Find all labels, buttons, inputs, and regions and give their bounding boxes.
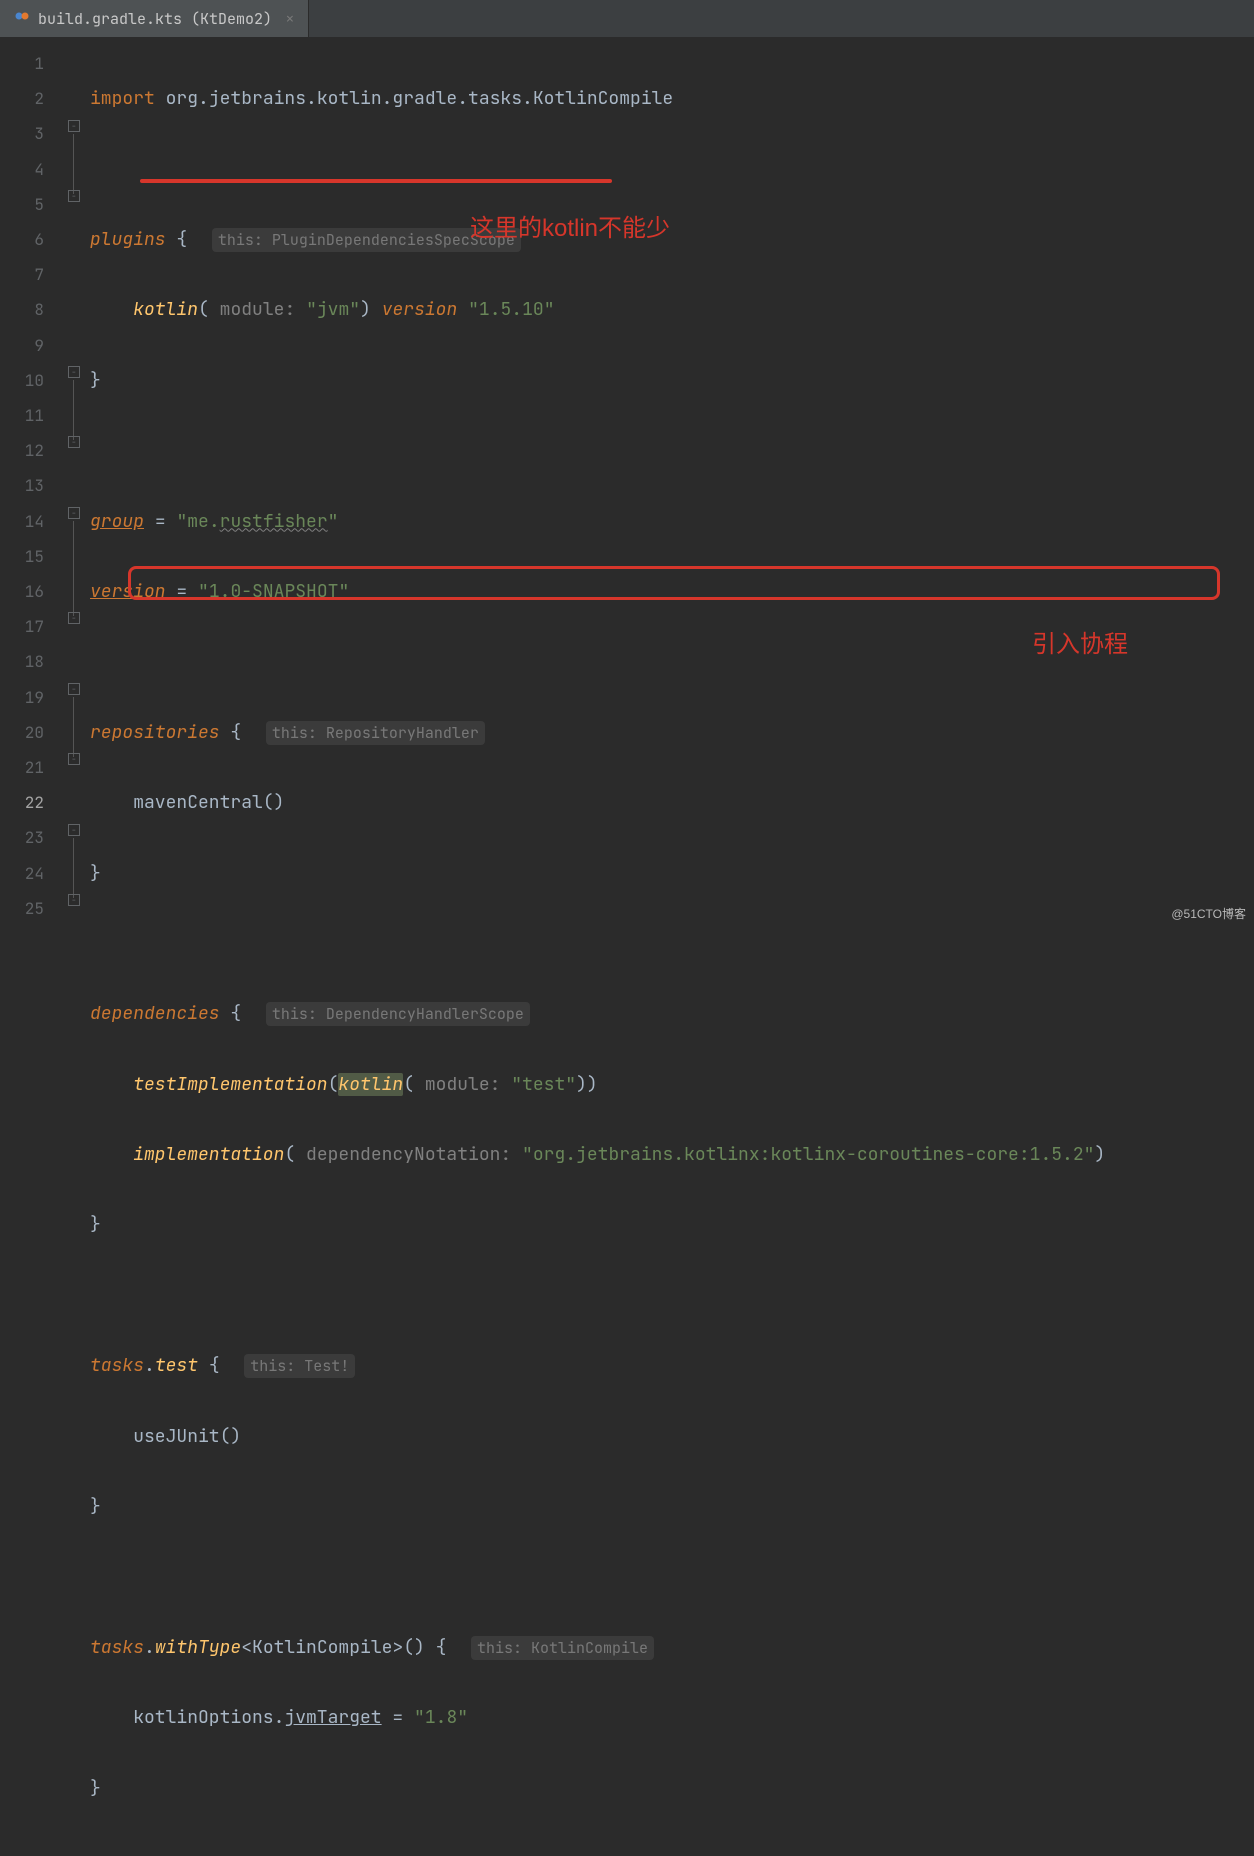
- editor: 1234567891011121314151617181920212223242…: [0, 38, 1254, 928]
- line-number-gutter: 1234567891011121314151617181920212223242…: [0, 38, 62, 928]
- watermark: @51CTO博客: [1171, 905, 1246, 922]
- code-content[interactable]: import org.jetbrains.kotlin.gradle.tasks…: [62, 46, 1254, 1856]
- close-icon[interactable]: ✕: [286, 10, 294, 27]
- inlay-hint: this: RepositoryHandler: [266, 721, 485, 745]
- tab-filename: build.gradle.kts (KtDemo2): [38, 9, 272, 29]
- tab-bar: build.gradle.kts (KtDemo2) ✕: [0, 0, 1254, 38]
- file-tab[interactable]: build.gradle.kts (KtDemo2) ✕: [0, 0, 309, 37]
- inlay-hint: this: DependencyHandlerScope: [266, 1002, 530, 1026]
- annotation-underline: [140, 179, 612, 183]
- inlay-hint: this: Test!: [244, 1354, 355, 1378]
- inlay-hint: this: KotlinCompile: [471, 1636, 654, 1660]
- code-area[interactable]: − − − − − − − − − − import org.jetbrains…: [62, 38, 1254, 928]
- gradle-file-icon: [14, 8, 30, 29]
- inlay-hint: this: PluginDependenciesSpecScope: [212, 228, 521, 252]
